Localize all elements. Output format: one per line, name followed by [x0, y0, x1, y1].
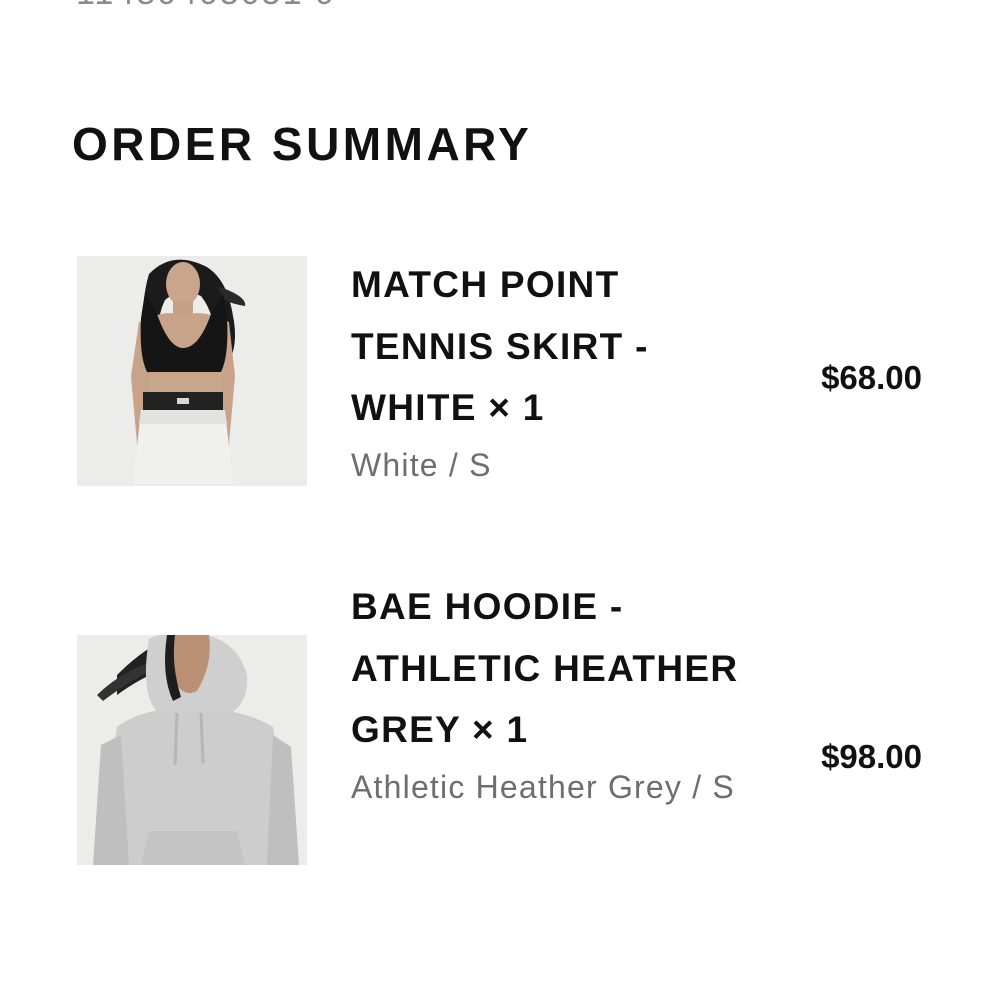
- order-summary-title: ORDER SUMMARY: [72, 118, 533, 170]
- item-name-text: BAE HOODIE - ATHLETIC HEATHER GREY: [351, 586, 739, 750]
- item-name[interactable]: BAE HOODIE - ATHLETIC HEATHER GREY × 1: [351, 576, 771, 761]
- hoodie-product-photo: [77, 635, 307, 865]
- item-variant: White / S: [351, 446, 492, 483]
- product-image: [77, 635, 307, 865]
- item-name[interactable]: MATCH POINT TENNIS SKIRT - WHITE × 1: [351, 254, 771, 439]
- item-quantity: × 1: [471, 709, 529, 750]
- item-price: $68.00: [821, 359, 922, 396]
- item-details: MATCH POINT TENNIS SKIRT - WHITE × 1 Whi…: [351, 254, 771, 492]
- order-confirmation-page: 11480405051 0 ORDER SUMMARY: [0, 0, 1000, 1000]
- item-details: BAE HOODIE - ATHLETIC HEATHER GREY × 1 A…: [351, 576, 771, 814]
- product-image: [77, 256, 307, 486]
- order-number: 11480405051 0: [76, 0, 336, 13]
- item-quantity: × 1: [488, 387, 545, 428]
- tennis-skirt-product-photo: [77, 256, 307, 486]
- item-variant: Athletic Heather Grey / S: [351, 768, 735, 805]
- item-price: $98.00: [821, 738, 922, 775]
